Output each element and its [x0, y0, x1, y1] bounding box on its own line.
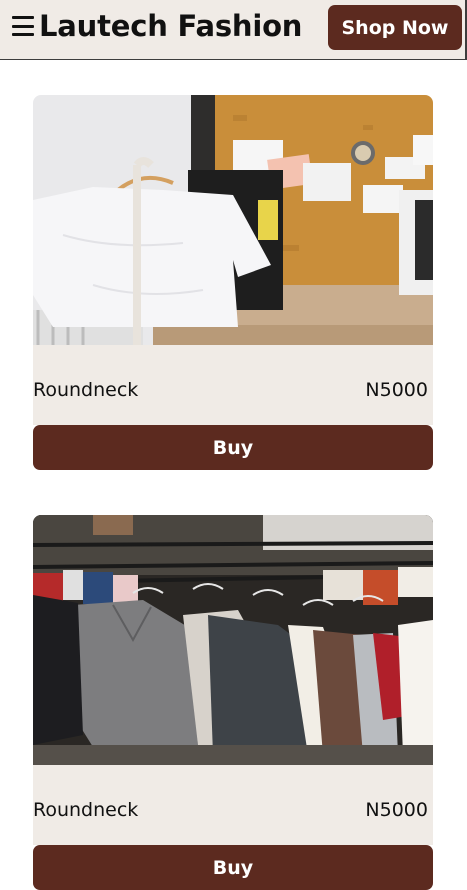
product-card: Roundneck N5000 Buy: [33, 515, 433, 890]
product-price: N5000: [365, 799, 428, 821]
product-name: Roundneck: [33, 379, 139, 401]
product-name: Roundneck: [33, 799, 139, 821]
buy-button[interactable]: Buy: [33, 425, 433, 470]
product-price: N5000: [365, 379, 428, 401]
product-info: Roundneck N5000: [33, 345, 433, 425]
buy-button[interactable]: Buy: [33, 845, 433, 890]
top-header: Lautech Fashion Shop Now: [0, 0, 467, 60]
brand-title[interactable]: Lautech Fashion: [39, 9, 302, 43]
shop-now-button[interactable]: Shop Now: [328, 5, 462, 50]
product-card: Roundneck N5000 Buy: [33, 95, 433, 470]
hamburger-icon[interactable]: [12, 16, 34, 36]
product-image: [33, 95, 433, 345]
product-image: [33, 515, 433, 765]
product-info: Roundneck N5000: [33, 765, 433, 845]
